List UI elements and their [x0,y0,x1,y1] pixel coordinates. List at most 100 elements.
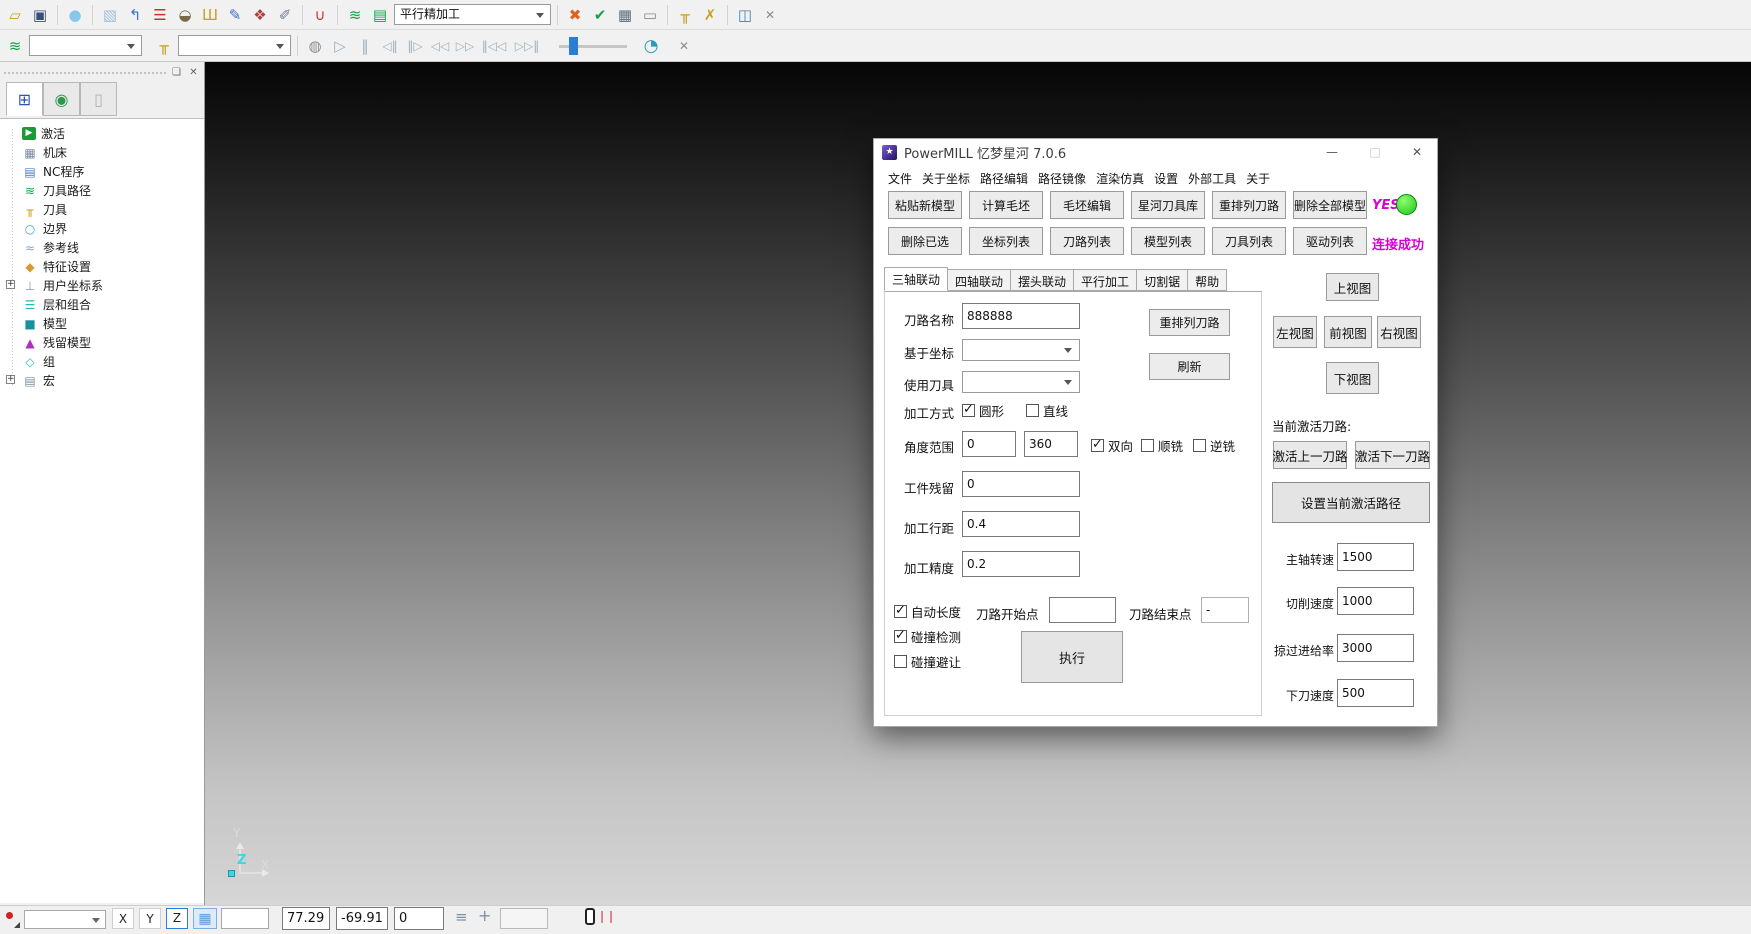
lightbulb-icon[interactable]: ◍ [304,35,326,57]
menu-settings[interactable]: 设置 [1154,168,1178,189]
delete-selected-button[interactable]: 删除已选 [888,227,962,255]
sim-toolpath-combobox[interactable] [29,35,142,56]
menu-file[interactable]: 文件 [888,168,912,189]
strategy-combobox[interactable]: 平行精加工 [394,4,551,25]
tab-help[interactable]: 帮助 [1188,269,1227,291]
circular-checkbox-box[interactable] [962,404,975,417]
rearrange-toolpaths-button[interactable]: 重排列刀路 [1212,191,1286,219]
menu-path-mirror[interactable]: 路径镜像 [1038,168,1086,189]
panel-close-icon[interactable]: ✕ [187,66,200,79]
tree-item-boundaries[interactable]: ○边界 [0,219,204,238]
boundary-icon[interactable]: Ш [199,4,221,26]
axis-z-button[interactable]: Z [166,908,188,929]
auto-length-checkbox[interactable]: 自动长度 [894,602,961,621]
start-point-input[interactable] [1049,597,1116,623]
block-icon[interactable]: ▧ [99,4,121,26]
workplane-combobox[interactable] [24,910,106,929]
grid-snap-button[interactable]: ▦ [193,908,217,929]
toolpath-name-input[interactable] [962,303,1080,329]
collision-check-checkbox[interactable]: 碰撞检测 [894,627,961,646]
tool-library-button[interactable]: 星河刀具库 [1131,191,1205,219]
verify-icon[interactable]: ✔ [589,4,611,26]
tree-item-models[interactable]: ■模型 [0,314,204,333]
delete-all-models-button[interactable]: 删除全部模型 [1293,191,1367,219]
collision-avoid-checkbox-box[interactable] [894,655,907,668]
rewind-button[interactable]: ◁◁ [429,35,451,57]
cutting-speed-input[interactable] [1337,587,1414,615]
tree-item-macros[interactable]: +▤宏 [0,371,204,390]
block-edit-button[interactable]: 毛坯编辑 [1050,191,1124,219]
calc-block-button[interactable]: 计算毛坯 [969,191,1043,219]
clock-icon[interactable]: ◔ [640,35,662,57]
menu-external-tools[interactable]: 外部工具 [1188,168,1236,189]
climb-checkbox-box[interactable] [1141,439,1154,452]
toolpath-icon[interactable]: ≋ [344,4,366,26]
execute-button[interactable]: 执行 [1021,631,1123,683]
tree-item-nc-programs[interactable]: ▤NC程序 [0,162,204,181]
expander-icon[interactable]: + [6,375,15,384]
tab-parallel[interactable]: 平行加工 [1074,269,1137,291]
xyz-list-icon[interactable]: ≡ [455,908,468,926]
bidirectional-checkbox[interactable]: 双向 [1091,436,1133,455]
tab-3axis[interactable]: 三轴联动 [884,267,948,291]
collision-avoid-checkbox[interactable]: 碰撞避让 [894,652,961,671]
cursor-z-input[interactable] [394,907,444,930]
drive-list-button[interactable]: 驱动列表 [1293,227,1367,255]
slider-handle[interactable] [569,37,578,55]
tree-item-groups[interactable]: ◇组 [0,352,204,371]
end-point-input[interactable] [1201,597,1249,623]
dialog-titlebar[interactable]: ★ PowerMILL 忆梦星河 7.0.6 [874,139,1437,165]
panel-restore-icon[interactable]: ❏ [170,66,183,79]
auto-length-checkbox-box[interactable] [894,605,907,618]
collision-icon[interactable]: ✖ [564,4,586,26]
set-active-path-button[interactable]: 设置当前激活路径 [1272,482,1430,523]
tab-cutting-saw[interactable]: 切割锯 [1137,269,1188,291]
ruler-icon[interactable]: ▭ [639,4,661,26]
levels-icon[interactable]: ☰ [149,4,171,26]
refresh-button[interactable]: 刷新 [1149,353,1230,380]
cursor-y-input[interactable] [336,907,388,930]
toolpath-list-button[interactable]: 刀路列表 [1050,227,1124,255]
toolbar-close-icon[interactable]: ✕ [759,4,781,26]
conventional-checkbox-box[interactable] [1193,439,1206,452]
swap-tools-icon[interactable]: ✗ [699,4,721,26]
bidirectional-checkbox-box[interactable] [1091,439,1104,452]
model-list-button[interactable]: 模型列表 [1131,227,1205,255]
menu-render-sim[interactable]: 渲染仿真 [1096,168,1144,189]
step-back-button[interactable]: ◁‖ [379,35,401,57]
activate-next-toolpath-button[interactable]: 激活下一刀路 [1355,441,1430,469]
tree-item-workplanes[interactable]: +⊥用户坐标系 [0,276,204,295]
sim-tool-icon[interactable]: ╥ [153,35,175,57]
tool-holder-icon[interactable]: ∪ [309,4,331,26]
go-to-end-button[interactable]: ▷▷‖ [512,35,542,57]
tree-item-patterns[interactable]: ≈参考线 [0,238,204,257]
feed-rate-icon[interactable]: ↰ [124,4,146,26]
use-tool-combobox[interactable] [962,371,1080,393]
step-forward-button[interactable]: ‖▷ [404,35,426,57]
view-top-button[interactable]: 上视图 [1326,273,1379,301]
workplane-icon[interactable]: ✐ [274,4,296,26]
simulation-speed-slider[interactable] [559,36,627,56]
open-project-icon[interactable]: ▱ [4,4,26,26]
tool-list-button[interactable]: 刀具列表 [1212,227,1286,255]
stock-remain-input[interactable] [962,471,1080,497]
explorer-tab-trash[interactable]: ▯ [80,82,117,116]
grid-size-input[interactable] [221,908,269,929]
calculator-icon[interactable]: ▦ [614,4,636,26]
menu-about[interactable]: 关于 [1246,168,1270,189]
grip-handle[interactable] [4,72,166,74]
axis-y-button[interactable]: Y [139,908,161,929]
skim-feed-input[interactable] [1337,634,1414,662]
axis-x-button[interactable]: X [112,908,134,929]
circular-checkbox[interactable]: 圆形 [962,401,1004,420]
tab-4axis[interactable]: 四轴联动 [948,269,1011,291]
menu-coords[interactable]: 关于坐标 [922,168,970,189]
tool-pair-icon[interactable]: ╥ [674,4,696,26]
tree-item-feature-sets[interactable]: ◆特征设置 [0,257,204,276]
pause-button[interactable]: ‖ [354,35,376,57]
conventional-checkbox[interactable]: 逆铣 [1193,436,1235,455]
locate-icon[interactable]: + [478,906,491,925]
close-button[interactable]: ✕ [1406,143,1428,161]
pattern-icon[interactable]: ✎ [224,4,246,26]
tool-icon[interactable]: ◒ [174,4,196,26]
